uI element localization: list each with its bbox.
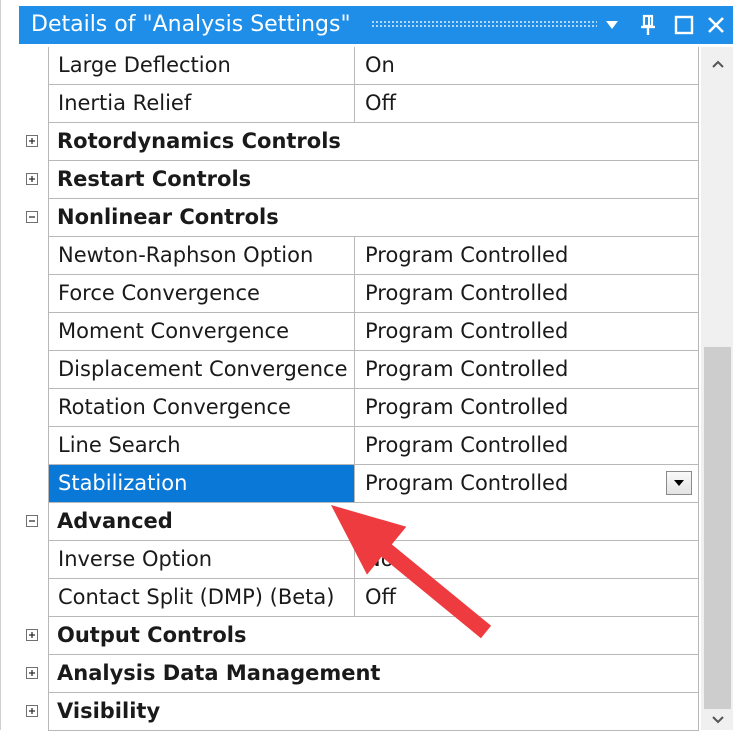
row-gutter (19, 351, 48, 389)
group-row[interactable]: Advanced (19, 503, 699, 541)
scrollbar-thumb[interactable] (704, 347, 731, 709)
row-gutter (19, 161, 48, 199)
row-gutter (19, 275, 48, 313)
group-label: Restart Controls (48, 161, 699, 198)
property-value[interactable]: Program Controlled (355, 351, 699, 388)
group-label: Rotordynamics Controls (48, 123, 699, 160)
panel-title-bar: Details of "Analysis Settings" (19, 6, 733, 44)
property-label[interactable]: Newton-Raphson Option (48, 237, 355, 274)
property-value-text: On (365, 53, 395, 77)
pin-icon[interactable] (633, 6, 663, 44)
row-gutter (19, 85, 48, 123)
group-label: Visibility (48, 693, 699, 730)
expand-icon[interactable] (26, 667, 38, 679)
property-row[interactable]: Inverse Option No (19, 541, 699, 579)
collapse-icon[interactable] (26, 515, 38, 527)
row-gutter (19, 693, 48, 731)
row-gutter (19, 237, 48, 275)
row-gutter (19, 617, 48, 655)
property-value-text: Program Controlled (365, 471, 569, 495)
property-row[interactable]: Displacement Convergence Program Controll… (19, 351, 699, 389)
expand-icon[interactable] (26, 705, 38, 717)
dropdown-button[interactable] (666, 471, 692, 495)
property-value-text: Program Controlled (365, 319, 569, 343)
property-value[interactable]: Program Controlled (355, 237, 699, 274)
row-gutter (19, 579, 48, 617)
group-label: Analysis Data Management (48, 655, 699, 692)
row-gutter (19, 389, 48, 427)
property-label[interactable]: Rotation Convergence (48, 389, 355, 426)
details-panel: Details of "Analysis Settings" Large Def… (0, 0, 733, 731)
property-label[interactable]: Inertia Relief (48, 85, 355, 122)
vertical-scrollbar[interactable] (701, 47, 733, 730)
scroll-up-icon[interactable] (701, 47, 733, 81)
row-gutter (19, 427, 48, 465)
property-value[interactable]: Program Controlled (355, 465, 699, 502)
row-gutter (19, 313, 48, 351)
dropdown-triangle-icon[interactable] (597, 6, 627, 44)
property-row[interactable]: Force Convergence Program Controlled (19, 275, 699, 313)
property-row[interactable]: Large Deflection On (19, 47, 699, 85)
property-value[interactable]: No (355, 541, 699, 578)
property-value[interactable]: Off (355, 579, 699, 616)
group-label: Nonlinear Controls (48, 199, 699, 236)
group-row[interactable]: Nonlinear Controls (19, 199, 699, 237)
row-gutter (19, 199, 48, 237)
property-row[interactable]: Rotation Convergence Program Controlled (19, 389, 699, 427)
row-gutter (19, 655, 48, 693)
details-grid: Large Deflection On Inertia Relief Off Rotor… (19, 47, 699, 731)
row-gutter (19, 465, 48, 503)
property-value[interactable]: Off (355, 85, 699, 122)
title-bar-grip[interactable] (371, 20, 597, 29)
property-label[interactable]: Inverse Option (48, 541, 355, 578)
close-icon[interactable] (701, 6, 731, 44)
property-label[interactable]: Displacement Convergence (48, 351, 355, 388)
property-label[interactable]: Moment Convergence (48, 313, 355, 350)
property-value-text: Program Controlled (365, 433, 569, 457)
property-value[interactable]: On (355, 47, 699, 84)
property-value-text: Off (365, 585, 396, 609)
property-label[interactable]: Line Search (48, 427, 355, 464)
row-gutter (19, 47, 48, 85)
collapse-icon[interactable] (26, 211, 38, 223)
group-row[interactable]: Analysis Data Management (19, 655, 699, 693)
property-value[interactable]: Program Controlled (355, 427, 699, 464)
group-row[interactable]: Visibility (19, 693, 699, 731)
row-gutter (19, 123, 48, 161)
property-label[interactable]: Large Deflection (48, 47, 355, 84)
group-row[interactable]: Rotordynamics Controls (19, 123, 699, 161)
row-gutter (19, 503, 48, 541)
group-row[interactable]: Restart Controls (19, 161, 699, 199)
property-row[interactable]: Contact Split (DMP) (Beta) Off (19, 579, 699, 617)
expand-icon[interactable] (26, 135, 38, 147)
property-value[interactable]: Program Controlled (355, 389, 699, 426)
maximize-icon[interactable] (669, 6, 699, 44)
property-label[interactable]: Contact Split (DMP) (Beta) (48, 579, 355, 616)
property-value[interactable]: Program Controlled (355, 313, 699, 350)
property-value-text: Program Controlled (365, 243, 569, 267)
property-value-text: Program Controlled (365, 357, 569, 381)
group-label: Output Controls (48, 617, 699, 654)
property-row[interactable]: Line Search Program Controlled (19, 427, 699, 465)
group-label: Advanced (48, 503, 699, 540)
property-value-text: Off (365, 91, 396, 115)
chevron-down-icon (674, 480, 684, 486)
property-row[interactable]: Moment Convergence Program Controlled (19, 313, 699, 351)
property-value-text: No (365, 547, 394, 571)
property-label[interactable]: Force Convergence (48, 275, 355, 312)
property-value-text: Program Controlled (365, 395, 569, 419)
panel-title: Details of "Analysis Settings" (31, 12, 351, 37)
property-label[interactable]: Stabilization (48, 465, 355, 502)
property-row[interactable]: Inertia Relief Off (19, 85, 699, 123)
property-value[interactable]: Program Controlled (355, 275, 699, 312)
scroll-down-icon[interactable] (701, 715, 733, 730)
row-gutter (19, 541, 48, 579)
expand-icon[interactable] (26, 629, 38, 641)
expand-icon[interactable] (26, 173, 38, 185)
property-row[interactable]: Newton-Raphson Option Program Controlled (19, 237, 699, 275)
group-row[interactable]: Output Controls (19, 617, 699, 655)
property-value-text: Program Controlled (365, 281, 569, 305)
property-row[interactable]: Stabilization Program Controlled (19, 465, 699, 503)
